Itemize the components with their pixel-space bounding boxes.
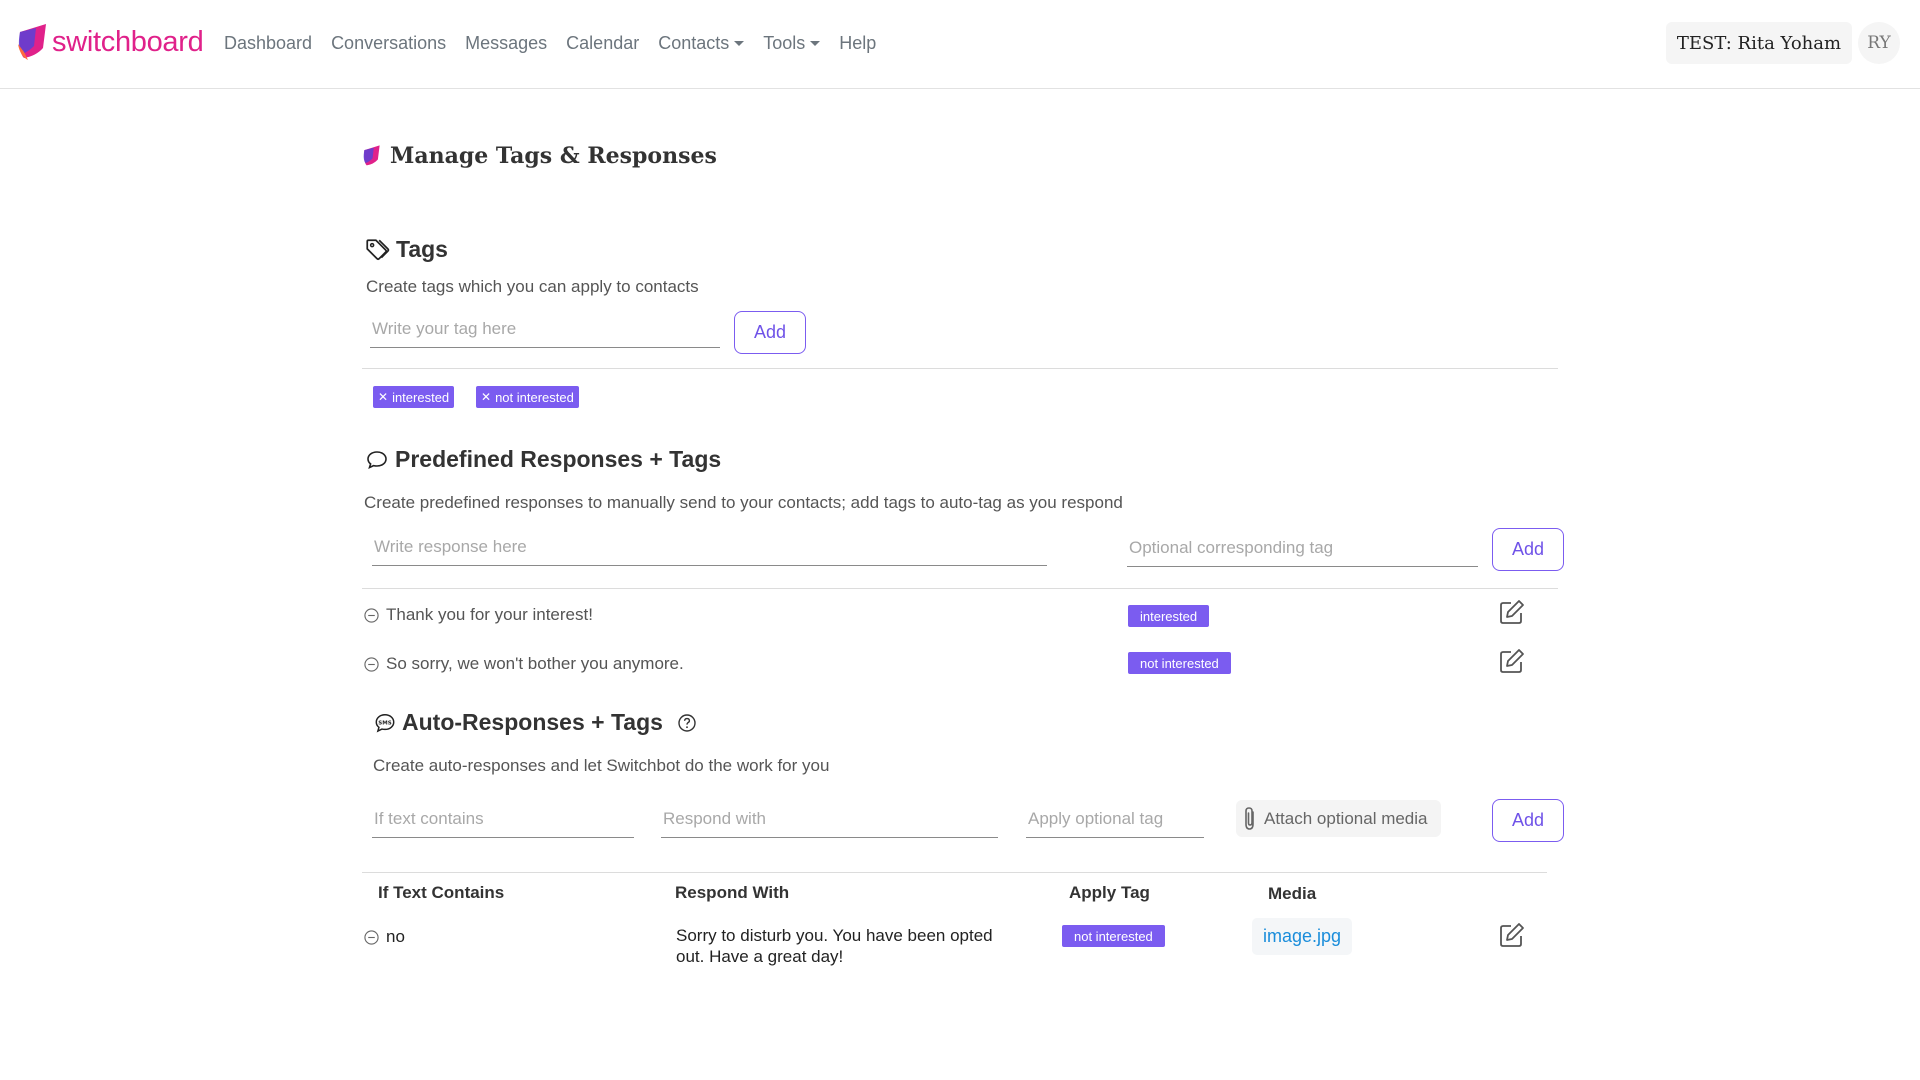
page-title: Manage Tags & Responses (362, 143, 717, 169)
sms-bubble-icon: SMS (375, 713, 395, 732)
remove-tag-icon[interactable]: ✕ (378, 390, 388, 404)
user-account-button[interactable]: TEST: Rita Yoham (1666, 22, 1852, 64)
table-row: no (364, 927, 405, 947)
nav-help[interactable]: Help (839, 33, 876, 54)
nav-calendar-label: Calendar (566, 33, 640, 53)
top-navbar: switchboard Dashboard Conversations Mess… (0, 0, 1920, 89)
switchboard-logo-icon (363, 145, 380, 166)
edit-icon[interactable] (1498, 598, 1526, 626)
auto-responses-description: Create auto-responses and let Switchbot … (373, 756, 830, 775)
apply-tag-input[interactable] (1026, 806, 1204, 838)
list-item: So sorry, we won't bother you anymore. (364, 654, 684, 674)
tag-input[interactable] (370, 316, 720, 348)
remove-circle-icon[interactable] (364, 656, 379, 672)
caret-down-icon (810, 41, 821, 46)
svg-text:SMS: SMS (378, 720, 391, 726)
status-badge: interested (1128, 605, 1210, 627)
response-input[interactable] (372, 534, 1047, 566)
tags-heading: Tags (364, 236, 448, 263)
nav-conversations[interactable]: Conversations (331, 33, 446, 54)
page-title-text: Manage Tags & Responses (390, 143, 717, 169)
predefined-description: Create predefined responses to manually … (364, 493, 1123, 512)
caret-down-icon (734, 41, 745, 46)
add-auto-response-button[interactable]: Add (1492, 799, 1564, 842)
column-header-respond-with: Respond With (675, 883, 790, 902)
list-item: Thank you for your interest! (364, 605, 593, 625)
paperclip-icon (1245, 806, 1254, 830)
status-badge: not interested (1062, 925, 1165, 947)
column-header-if-text-contains: If Text Contains (378, 883, 505, 902)
column-header-apply-tag: Apply Tag (1069, 883, 1150, 902)
tag-icon (366, 238, 390, 260)
add-tag-button[interactable]: Add (734, 311, 806, 354)
tag-chip-label: not interested (495, 389, 574, 405)
divider (362, 872, 1547, 873)
tags-description: Create tags which you can apply to conta… (366, 277, 699, 296)
add-response-button[interactable]: Add (1492, 528, 1564, 571)
column-header-media: Media (1268, 884, 1317, 903)
brand-link[interactable]: switchboard (16, 22, 204, 62)
predefined-heading-text: Predefined Responses + Tags (395, 446, 722, 472)
nav-messages-label: Messages (465, 33, 548, 53)
tag-chip-label: interested (392, 389, 450, 405)
tag-chip-interested: ✕ interested (373, 386, 455, 408)
respond-with-text-line1: Sorry to disturb you. You have been opte… (676, 926, 993, 945)
auto-responses-heading: SMS Auto-Responses + Tags (374, 709, 703, 736)
if-text-contains-input[interactable] (372, 806, 634, 838)
remove-tag-icon[interactable]: ✕ (481, 390, 491, 404)
response-text: So sorry, we won't bother you anymore. (386, 654, 684, 673)
nav-tools-label: Tools (763, 33, 806, 53)
nav-conversations-label: Conversations (331, 33, 447, 53)
nav-dashboard-label: Dashboard (224, 33, 313, 53)
corresponding-tag-input[interactable] (1127, 535, 1478, 567)
remove-circle-icon[interactable] (364, 607, 379, 623)
switchboard-logo-icon (18, 24, 46, 60)
main-nav: Dashboard Conversations Messages Calenda… (224, 33, 895, 54)
attach-media-button[interactable]: Attach optional media (1236, 800, 1441, 837)
nav-messages[interactable]: Messages (465, 33, 547, 54)
nav-help-label: Help (839, 33, 877, 53)
divider (362, 368, 1558, 369)
nav-dashboard[interactable]: Dashboard (224, 33, 312, 54)
nav-tools-dropdown[interactable]: Tools (763, 33, 821, 54)
nav-contacts-dropdown[interactable]: Contacts (658, 33, 745, 54)
help-circle-icon[interactable] (677, 713, 697, 733)
status-badge: not interested (1128, 652, 1231, 674)
chat-bubble-icon (367, 450, 387, 469)
brand-name: switchboard (52, 25, 204, 58)
nav-contacts-label: Contacts (658, 33, 730, 53)
attach-media-label: Attach optional media (1264, 808, 1428, 828)
contains-text: no (386, 927, 405, 946)
respond-with-text-line2: out. Have a great day! (676, 947, 844, 966)
edit-icon[interactable] (1498, 921, 1526, 949)
tags-heading-text: Tags (396, 236, 448, 262)
nav-calendar[interactable]: Calendar (566, 33, 639, 54)
media-file-link[interactable]: image.jpg (1252, 918, 1352, 955)
avatar[interactable]: RY (1858, 22, 1900, 64)
edit-icon[interactable] (1498, 647, 1526, 675)
respond-with-input[interactable] (661, 806, 998, 838)
response-text: Thank you for your interest! (386, 605, 593, 624)
tag-chip-not-interested: ✕ not interested (476, 386, 579, 408)
remove-circle-icon[interactable] (364, 929, 379, 945)
predefined-heading: Predefined Responses + Tags (365, 446, 721, 473)
divider (362, 588, 1558, 589)
auto-responses-heading-text: Auto-Responses + Tags (402, 709, 663, 735)
